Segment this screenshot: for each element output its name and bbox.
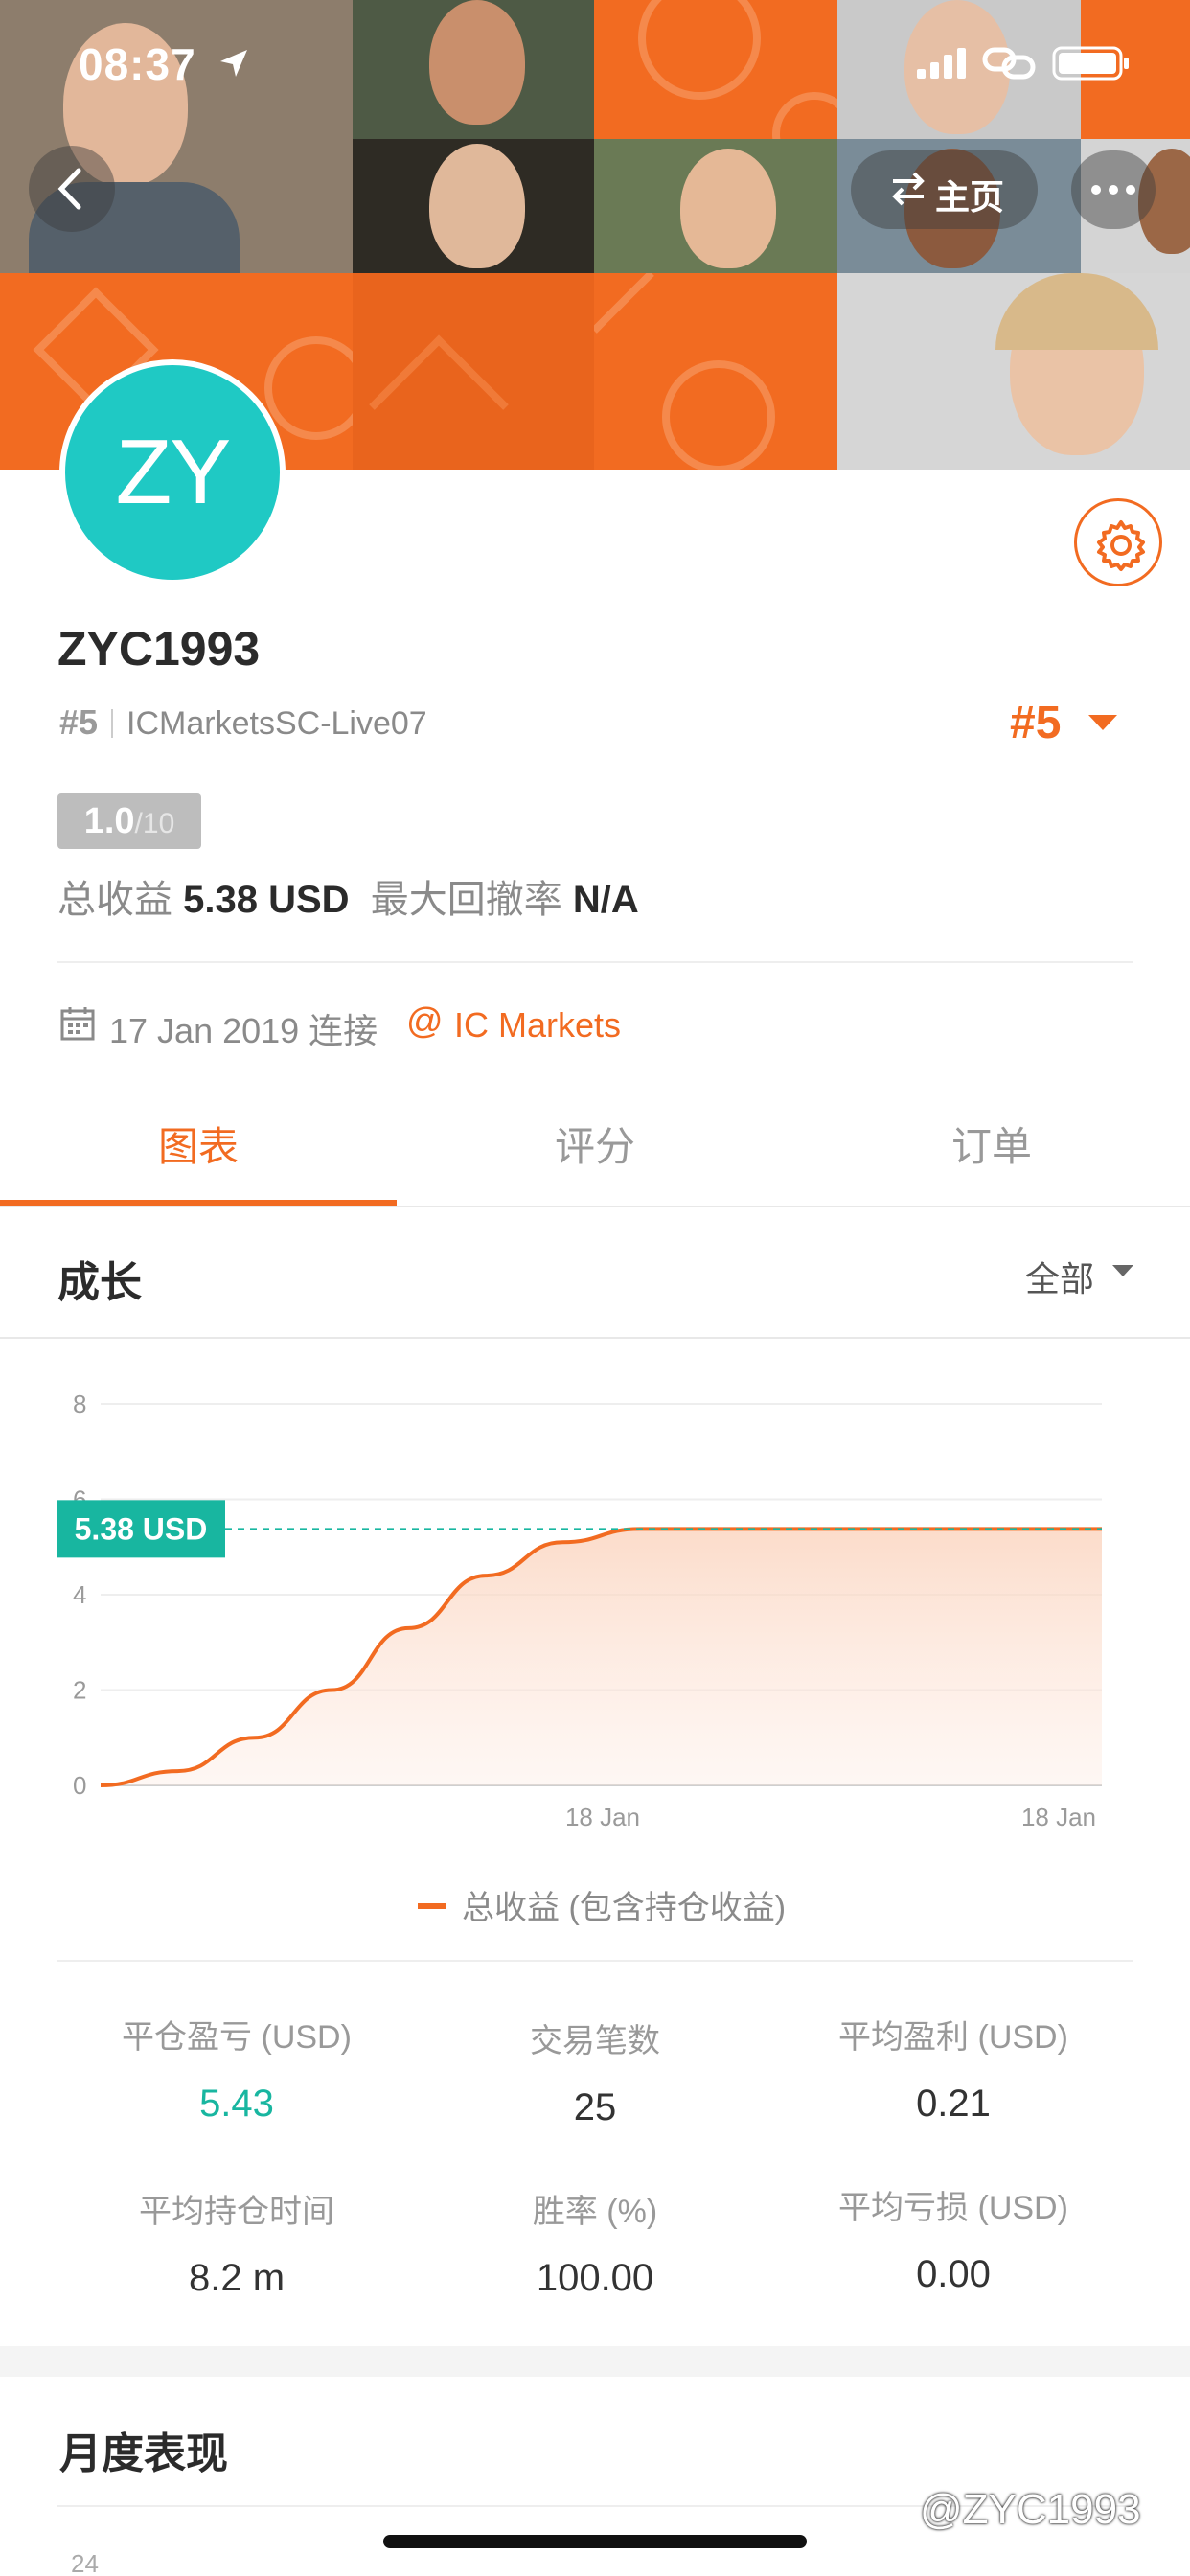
total-profit-value: 5.38 USD	[183, 879, 350, 921]
chart-legend: 总收益 (包含持仓收益)	[418, 1881, 786, 1928]
separator	[111, 709, 114, 738]
stat-label: 平均持仓时间	[139, 2194, 334, 2230]
back-button[interactable]	[29, 146, 115, 232]
max-drawdown-label: 最大回撤率	[370, 879, 562, 921]
y-tick-label: 0	[73, 1771, 86, 1800]
x-tick-label: 18 Jan	[1021, 1803, 1096, 1831]
stat-label: 平均亏损 (USD)	[838, 2190, 1068, 2226]
monthly-axis-tick: 24	[71, 2549, 99, 2576]
stat-label: 交易笔数	[530, 2023, 660, 2059]
stat-label: 胜率 (%)	[532, 2194, 658, 2230]
server-name: ICMarketsSC-Live07	[126, 705, 427, 742]
gear-icon	[1097, 520, 1145, 571]
link-icon	[982, 47, 1036, 80]
chevron-left-icon	[57, 168, 81, 210]
divider	[57, 961, 1133, 963]
growth-header: 成长 全部	[0, 1209, 1190, 1339]
stat-win-rate: 胜率 (%) 100.00	[416, 2185, 774, 2300]
pattern-tile	[594, 273, 837, 470]
y-tick-label: 2	[73, 1676, 86, 1705]
connected-date: 17 Jan 2019 连接	[109, 1011, 378, 1050]
watermark: @ZYC1993	[920, 2486, 1141, 2533]
photo-tile	[837, 273, 1190, 470]
caret-down-icon[interactable]	[1087, 713, 1119, 732]
x-tick-label: 18 Jan	[565, 1803, 640, 1831]
stat-value: 100.00	[536, 2257, 654, 2299]
growth-chart: 0246818 Jan 18 Jan5.38 USD	[57, 1390, 1102, 1831]
broker-link[interactable]: IC Markets	[454, 1005, 621, 1046]
growth-title: 成长	[57, 1259, 142, 1306]
more-options-button[interactable]	[1071, 150, 1156, 229]
score-max: /10	[134, 808, 175, 840]
caret-down-icon[interactable]	[1111, 1264, 1134, 1277]
battery-icon	[1052, 46, 1129, 80]
y-tick-label: 8	[73, 1390, 86, 1418]
y-tick-label: 4	[73, 1580, 86, 1609]
stat-closed-pnl: 平仓盈亏 (USD) 5.43	[57, 2011, 416, 2126]
total-profit-label: 总收益	[57, 879, 172, 921]
profit-summary: 总收益 5.38 USD 最大回撤率 N/A	[57, 868, 639, 924]
rank-small: #5	[59, 702, 99, 742]
calendar-icon	[60, 1007, 95, 1041]
current-value-label: 5.38 USD	[75, 1511, 208, 1546]
active-tab-indicator	[0, 1200, 397, 1206]
rank-badge[interactable]: #5	[1010, 697, 1061, 749]
photo-tile	[594, 139, 837, 273]
divider	[57, 1960, 1133, 1962]
tab-rating[interactable]: 评分	[397, 1115, 793, 1173]
stat-value: 0.21	[916, 2082, 991, 2125]
stat-trade-count: 交易笔数 25	[416, 2014, 774, 2129]
tab-chart[interactable]: 图表	[0, 1115, 397, 1173]
location-arrow-icon	[220, 50, 247, 77]
at-symbol: @	[406, 1001, 444, 1042]
stat-label: 平仓盈亏 (USD)	[122, 2019, 352, 2056]
range-filter[interactable]: 全部	[1025, 1252, 1094, 1301]
pattern-tile	[353, 273, 594, 470]
swap-icon	[892, 172, 925, 206]
monthly-title: 月度表现	[59, 2430, 228, 2477]
stat-value: 0.00	[916, 2253, 991, 2295]
series-area	[101, 1529, 1102, 1785]
status-time: 08:37	[79, 39, 196, 89]
photo-tile	[353, 139, 594, 273]
stat-avg-hold-time: 平均持仓时间 8.2 m	[57, 2185, 416, 2300]
rank-server-line: #5 ICMarketsSC-Live07	[59, 702, 427, 745]
score-value: 1.0	[83, 801, 135, 841]
home-indicator	[383, 2535, 807, 2548]
home-button-label: 主页	[935, 177, 1005, 217]
home-switch-button[interactable]: 主页	[851, 150, 1038, 229]
avatar: ZY	[59, 359, 286, 586]
status-bar: 08:37	[0, 0, 1190, 129]
stat-avg-loss: 平均亏损 (USD) 0.00	[774, 2181, 1133, 2296]
tab-bar: 图表 评分 订单	[0, 1078, 1190, 1208]
stat-label: 平均盈利 (USD)	[838, 2019, 1068, 2056]
tab-orders[interactable]: 订单	[793, 1115, 1190, 1173]
stat-value: 8.2 m	[188, 2257, 286, 2299]
stat-value: 25	[573, 2086, 617, 2128]
cellular-signal-icon	[917, 48, 966, 79]
stat-value: 5.43	[199, 2082, 274, 2125]
legend-swatch	[418, 1903, 446, 1909]
username: ZYC1993	[57, 622, 261, 676]
stat-avg-profit: 平均盈利 (USD) 0.21	[774, 2011, 1133, 2126]
legend-label: 总收益 (包含持仓收益)	[462, 1890, 787, 1926]
score-badge: 1.0/10	[57, 794, 201, 849]
max-drawdown-value: N/A	[572, 879, 639, 921]
more-dots-icon	[1091, 185, 1135, 195]
section-gap	[0, 2346, 1190, 2377]
settings-button[interactable]	[1074, 498, 1162, 586]
